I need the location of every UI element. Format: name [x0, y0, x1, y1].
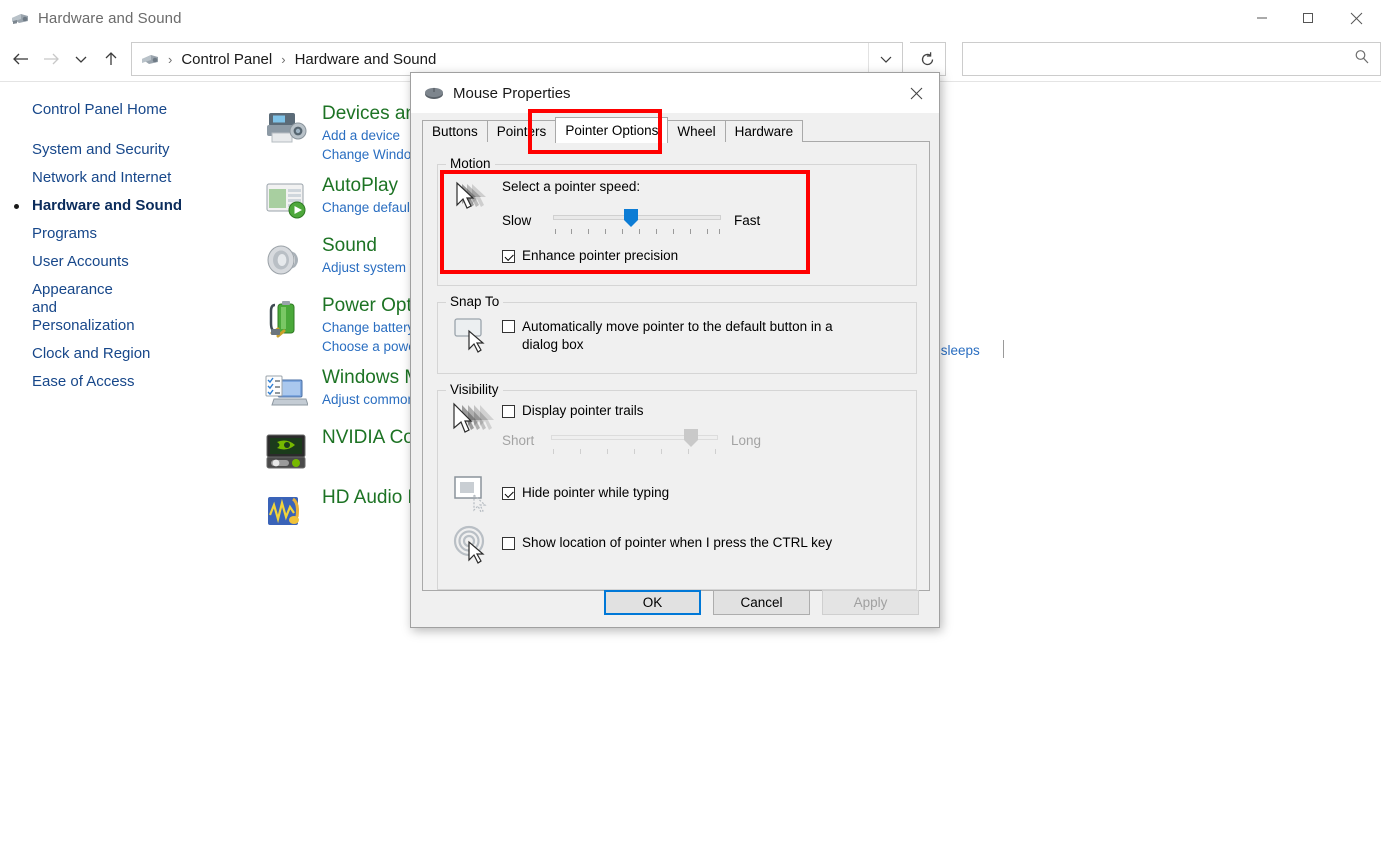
cancel-button[interactable]: Cancel: [713, 590, 810, 615]
autoplay-icon: [262, 176, 310, 224]
hide-pointer-typing-checkbox[interactable]: [502, 487, 515, 500]
pointer-trails-slider[interactable]: [551, 427, 718, 457]
snap-to-icon: [452, 315, 494, 355]
pointer-speed-slider[interactable]: [553, 207, 721, 237]
address-bar[interactable]: › Control Panel › Hardware and Sound: [131, 42, 903, 76]
show-pointer-location-label: Show location of pointer when I press th…: [522, 535, 833, 550]
breadcrumb-hardware-and-sound[interactable]: Hardware and Sound: [293, 51, 439, 68]
text-caret: [1003, 340, 1004, 358]
mouse-properties-dialog: Mouse Properties Buttons Pointers Pointe…: [410, 72, 940, 628]
display-pointer-trails-label: Display pointer trails: [522, 403, 644, 418]
snap-to-group-legend: Snap To: [446, 294, 504, 309]
show-pointer-location-icon: [452, 523, 494, 565]
sidebar-item-programs[interactable]: Programs: [0, 220, 250, 248]
tab-hardware[interactable]: Hardware: [724, 120, 804, 142]
tab-wheel[interactable]: Wheel: [667, 120, 726, 142]
minimize-button[interactable]: [1239, 0, 1285, 36]
dialog-title: Mouse Properties: [453, 84, 571, 102]
speaker-icon: [262, 236, 310, 284]
pointer-options-panel: Motion Select a pointer speed: Slow Fast…: [422, 141, 930, 591]
laptop-checklist-icon: [262, 368, 310, 416]
tab-buttons[interactable]: Buttons: [422, 120, 488, 142]
snap-to-row[interactable]: Automatically move pointer to the defaul…: [502, 318, 872, 354]
slider-thumb[interactable]: [624, 209, 638, 227]
address-chevron-down-icon[interactable]: [868, 43, 902, 75]
dialog-button-row: OK Cancel Apply: [411, 590, 941, 615]
close-button[interactable]: [1331, 0, 1381, 36]
refresh-icon[interactable]: [910, 42, 946, 76]
display-pointer-trails-checkbox[interactable]: [502, 405, 515, 418]
slider-thumb[interactable]: [684, 429, 698, 447]
hardware-sound-icon: [10, 8, 30, 28]
visibility-group-legend: Visibility: [446, 382, 503, 397]
dialog-titlebar: Mouse Properties: [411, 73, 939, 113]
forward-icon[interactable]: [36, 43, 66, 75]
breadcrumb-hardware-sound-icon: [139, 49, 161, 69]
sidebar-item-network-and-internet[interactable]: Network and Internet: [0, 164, 250, 192]
slow-label: Slow: [502, 213, 532, 228]
apply-button: Apply: [822, 590, 919, 615]
sidebar-item-user-accounts[interactable]: User Accounts: [0, 248, 250, 276]
enhance-pointer-precision-checkbox[interactable]: [502, 250, 515, 263]
enhance-pointer-precision-row[interactable]: Enhance pointer precision: [502, 248, 678, 263]
up-icon[interactable]: [96, 43, 126, 75]
pointer-speed-label: Select a pointer speed:: [502, 179, 641, 194]
show-pointer-location-checkbox[interactable]: [502, 537, 515, 550]
motion-group: Motion Select a pointer speed: Slow Fast…: [437, 156, 917, 286]
recent-locations-chevron-down-icon[interactable]: [66, 43, 96, 75]
pointer-speed-icon: [452, 179, 492, 215]
show-pointer-location-row[interactable]: Show location of pointer when I press th…: [502, 535, 832, 550]
breadcrumb-separator: ›: [168, 51, 173, 67]
dialog-tabstrip: Buttons Pointers Pointer Options Wheel H…: [422, 117, 804, 143]
tab-pointer-options[interactable]: Pointer Options: [555, 117, 669, 143]
tab-pointers[interactable]: Pointers: [486, 120, 557, 142]
sidebar-item-hardware-and-sound[interactable]: Hardware and Sound: [0, 192, 250, 220]
motion-group-legend: Motion: [446, 156, 495, 171]
snap-to-label: Automatically move pointer to the defaul…: [522, 319, 833, 352]
hd-audio-icon: [262, 488, 310, 536]
breadcrumb-control-panel[interactable]: Control Panel: [179, 51, 274, 68]
sidebar-item-appearance-and-personalization[interactable]: Appearance and Personalization: [0, 276, 135, 340]
search-icon: [1354, 49, 1370, 70]
dialog-close-icon[interactable]: [893, 73, 939, 113]
sidebar: Control Panel Home System and Security N…: [0, 96, 250, 396]
hide-pointer-typing-label: Hide pointer while typing: [522, 485, 670, 500]
mouse-icon: [423, 84, 445, 102]
ok-button[interactable]: OK: [604, 590, 701, 615]
maximize-button[interactable]: [1285, 0, 1331, 36]
fast-label: Fast: [734, 213, 761, 228]
visibility-group: Visibility Display pointer trails Short …: [437, 382, 917, 590]
breadcrumb-separator: ›: [281, 51, 286, 67]
hide-pointer-typing-icon: [452, 473, 494, 515]
search-box[interactable]: [962, 42, 1381, 76]
window-title: Hardware and Sound: [38, 9, 182, 27]
enhance-pointer-precision-label: Enhance pointer precision: [522, 248, 679, 263]
slider-ticks: [551, 449, 718, 455]
window-titlebar: Hardware and Sound: [0, 0, 1381, 36]
power-battery-icon: [262, 296, 310, 344]
display-pointer-trails-row[interactable]: Display pointer trails: [502, 403, 644, 418]
explorer-window: Hardware and Sound › Control Panel › Har…: [0, 0, 1381, 845]
sidebar-item-system-and-security[interactable]: System and Security: [0, 136, 250, 164]
sidebar-item-ease-of-access[interactable]: Ease of Access: [0, 368, 250, 396]
hide-pointer-typing-row[interactable]: Hide pointer while typing: [502, 485, 669, 500]
pointer-trails-icon: [450, 401, 496, 441]
printer-camera-icon: [262, 104, 310, 152]
slider-ticks: [553, 229, 721, 235]
trails-short-label: Short: [502, 433, 535, 448]
snap-to-group: Snap To Automatically move pointer to th…: [437, 294, 917, 374]
search-input[interactable]: [971, 43, 1351, 75]
window-controls: [1239, 0, 1381, 36]
back-icon[interactable]: [6, 43, 36, 75]
sidebar-item-control-panel-home[interactable]: Control Panel Home: [0, 96, 250, 124]
nvidia-icon: [262, 428, 310, 476]
sidebar-item-clock-and-region[interactable]: Clock and Region: [0, 340, 250, 368]
trails-long-label: Long: [731, 433, 762, 448]
snap-to-checkbox[interactable]: [502, 320, 515, 333]
